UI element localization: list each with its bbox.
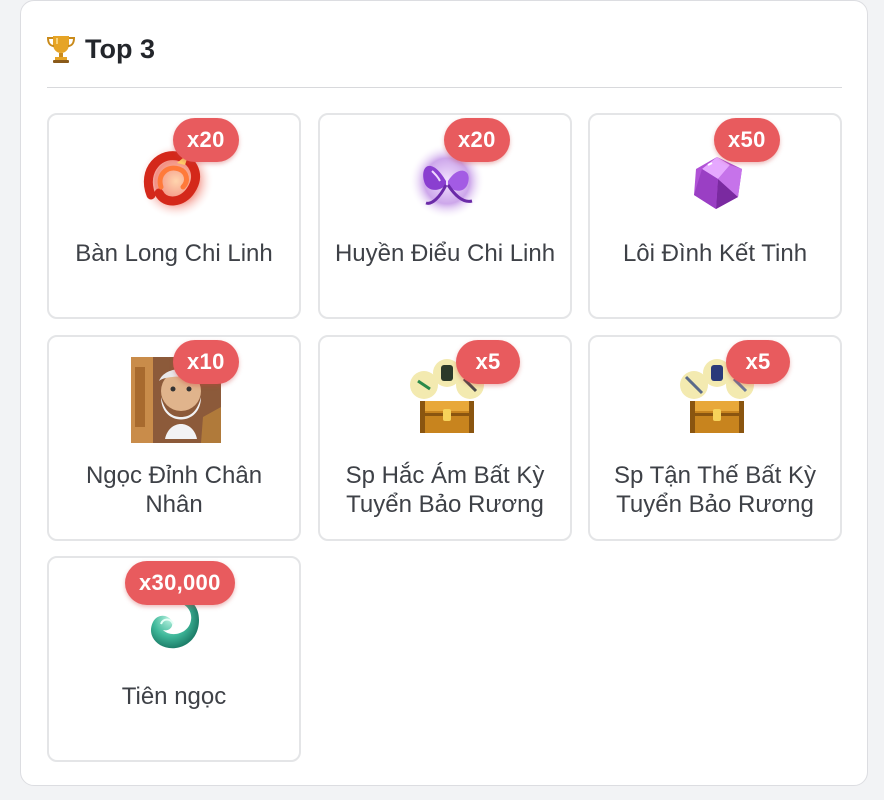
- reward-card[interactable]: x20 Huyền Điểu Chi Linh: [318, 113, 572, 319]
- reward-name: Tiên ngọc: [121, 683, 227, 710]
- page-title: Top 3: [85, 33, 155, 64]
- reward-card[interactable]: x50 Lôi Đình Kết Tinh: [588, 113, 842, 319]
- panel-header: Top 3: [47, 31, 155, 67]
- quantity-badge: x20: [173, 118, 239, 162]
- quantity-badge: x5: [726, 340, 790, 384]
- quantity-badge: x20: [444, 118, 510, 162]
- reward-card[interactable]: x30,000 Tiên ngọc: [47, 556, 301, 762]
- reward-card[interactable]: x10 Ngọc Đỉnh Chân Nhân: [47, 335, 301, 541]
- reward-card[interactable]: x20 Bàn Long Chi Linh: [47, 113, 301, 319]
- quantity-badge: x10: [173, 340, 239, 384]
- trophy-icon: [47, 36, 75, 63]
- reward-card[interactable]: x5 Sp Tận Thế Bất Kỳ Tuyển Bảo Rương: [588, 335, 842, 541]
- top-rewards-panel: Top 3 x20 Bàn Long Chi Linh x20 Huyền Đi…: [20, 0, 868, 786]
- reward-name: Huyền Điểu Chi Linh: [334, 240, 556, 267]
- reward-card[interactable]: x5 Sp Hắc Ám Bất Kỳ Tuyển Bảo Rương: [318, 335, 572, 541]
- quantity-badge: x30,000: [125, 561, 235, 605]
- reward-name: Sp Tận Thế Bất Kỳ Tuyển Bảo Rương: [614, 462, 816, 518]
- reward-name: Sp Hắc Ám Bất Kỳ Tuyển Bảo Rương: [345, 462, 545, 518]
- reward-name: Bàn Long Chi Linh: [75, 240, 273, 267]
- reward-name: Ngọc Đỉnh Chân Nhân: [85, 462, 263, 518]
- reward-name: Lôi Đình Kết Tinh: [622, 240, 808, 267]
- divider: [47, 87, 842, 88]
- quantity-badge: x5: [456, 340, 520, 384]
- quantity-badge: x50: [714, 118, 780, 162]
